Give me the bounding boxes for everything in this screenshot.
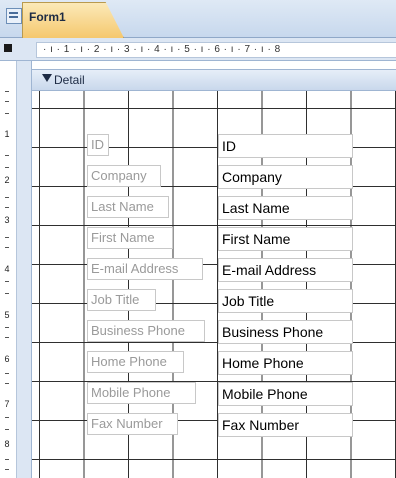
field-textbox-mobile-phone[interactable]: Mobile Phone [218, 382, 353, 406]
field-textbox-id[interactable]: ID [218, 134, 353, 158]
field-label-last-name[interactable]: Last Name [87, 196, 169, 218]
vertical-ruler-mark: 3 [4, 215, 10, 225]
field-label-fax-number[interactable]: Fax Number [87, 413, 178, 435]
vertical-ruler[interactable]: 1 2 3 4 5 6 7 8 [0, 61, 17, 478]
field-textbox-job-title[interactable]: Job Title [218, 289, 353, 313]
field-label-id[interactable]: ID [87, 134, 109, 156]
field-label-business-phone[interactable]: Business Phone [87, 320, 205, 342]
field-textbox-last-name[interactable]: Last Name [218, 196, 353, 220]
form-icon [6, 8, 22, 24]
field-textbox-first-name[interactable]: First Name [218, 227, 353, 251]
vertical-ruler-mark: 7 [4, 399, 10, 409]
field-textbox-business-phone[interactable]: Business Phone [218, 320, 353, 344]
vertical-ruler-mark: 5 [4, 310, 10, 320]
form-selector-box[interactable] [4, 44, 12, 52]
vertical-ruler-mark: 2 [4, 175, 10, 185]
field-label-job-title[interactable]: Job Title [87, 289, 156, 311]
field-textbox-company[interactable]: Company [218, 165, 353, 189]
vertical-ruler-mark: 6 [4, 354, 10, 364]
document-tab-strip: Form1 [0, 0, 396, 38]
detail-section-bar[interactable]: Detail [32, 69, 396, 91]
field-label-mobile-phone[interactable]: Mobile Phone [87, 382, 196, 404]
field-textbox-fax-number[interactable]: Fax Number [218, 413, 353, 437]
horizontal-ruler-row: · ı · 1 · ı · 2 · ı · 3 · ı · 4 · ı · 5 … [0, 38, 396, 61]
vertical-ruler-mark: 1 [4, 129, 10, 139]
field-label-first-name[interactable]: First Name [87, 227, 173, 249]
section-arrow-icon [42, 74, 52, 82]
tab-form1-label: Form1 [29, 10, 66, 24]
vertical-ruler-mark: 4 [4, 264, 10, 274]
vertical-ruler-mark: 8 [4, 439, 10, 449]
field-label-home-phone[interactable]: Home Phone [87, 351, 184, 373]
section-selector-band[interactable] [17, 61, 32, 478]
field-label-email-address[interactable]: E-mail Address [87, 258, 203, 280]
field-textbox-home-phone[interactable]: Home Phone [218, 351, 353, 375]
horizontal-ruler[interactable]: · ı · 1 · ı · 2 · ı · 3 · ı · 4 · ı · 5 … [36, 42, 396, 58]
tab-form1[interactable]: Form1 [22, 2, 124, 38]
section-label: Detail [54, 73, 85, 87]
field-textbox-email-address[interactable]: E-mail Address [218, 258, 353, 282]
field-label-company[interactable]: Company [87, 165, 161, 187]
